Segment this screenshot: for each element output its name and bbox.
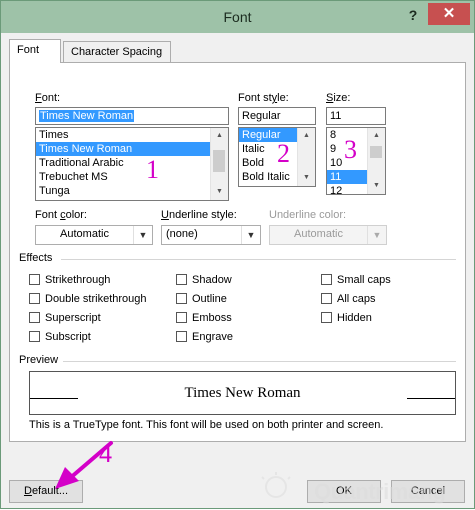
preview-label: Preview <box>19 354 59 366</box>
annotation-arrow-icon <box>55 441 113 489</box>
outline-label: Outline <box>192 293 227 305</box>
checkbox-box[interactable] <box>321 274 332 285</box>
checkbox-box[interactable] <box>176 312 187 323</box>
preview-divider <box>63 361 456 362</box>
checkbox-box[interactable] <box>176 331 187 342</box>
annotation-number-2: 2 <box>277 139 290 168</box>
checkbox-box[interactable] <box>29 293 40 304</box>
scroll-thumb[interactable] <box>213 150 225 172</box>
scroll-down-icon[interactable]: ▼ <box>298 170 315 186</box>
size-scrollbar[interactable]: ▲ ▼ <box>367 128 385 194</box>
preview-sample-text: Times New Roman <box>184 385 301 401</box>
close-button[interactable]: ✕ <box>428 3 470 25</box>
superscript-label: Superscript <box>45 312 101 324</box>
preview-note: This is a TrueType font. This font will … <box>29 419 384 431</box>
chevron-down-icon: ▼ <box>367 226 386 244</box>
font-list-item[interactable]: Traditional Arabic <box>36 156 228 170</box>
scroll-thumb[interactable] <box>370 146 382 158</box>
all-caps-label: All caps <box>337 293 376 305</box>
tab-font[interactable]: Font <box>9 39 61 63</box>
font-color-label: Font color: <box>35 209 87 221</box>
font-list-item[interactable]: Trebuchet MS <box>36 170 228 184</box>
font-color-value: Automatic <box>60 228 109 240</box>
preview-box: Times New Roman <box>29 371 456 415</box>
font-name-value: Times New Roman <box>39 110 135 122</box>
size-label: Size: <box>326 92 351 104</box>
underline-style-label: Underline style: <box>161 209 237 221</box>
emboss-checkbox[interactable]: Emboss <box>176 312 232 326</box>
font-list-item[interactable]: Tunga <box>36 184 228 198</box>
font-label: Font: <box>35 92 61 104</box>
checkbox-box[interactable] <box>176 293 187 304</box>
small-caps-label: Small caps <box>337 274 391 286</box>
tab-character-spacing[interactable]: Character Spacing <box>63 41 171 62</box>
checkbox-box[interactable] <box>29 274 40 285</box>
font-style-scrollbar[interactable]: ▲ ▼ <box>297 128 315 186</box>
chevron-down-icon[interactable]: ▼ <box>241 226 260 244</box>
scroll-down-icon[interactable]: ▼ <box>368 178 385 194</box>
hidden-label: Hidden <box>337 312 372 324</box>
superscript-checkbox[interactable]: Superscript <box>29 312 101 326</box>
title-bar: Font ? ✕ <box>1 1 474 33</box>
outline-checkbox[interactable]: Outline <box>176 293 227 307</box>
engrave-checkbox[interactable]: Engrave <box>176 331 233 345</box>
underline-style-dropdown[interactable]: (none) ▼ <box>161 225 261 245</box>
scroll-up-icon[interactable]: ▲ <box>211 128 228 144</box>
lightbulb-icon <box>261 472 291 498</box>
watermark-text: Quantrimang <box>314 479 446 504</box>
checkbox-box[interactable] <box>321 293 332 304</box>
small-caps-checkbox[interactable]: Small caps <box>321 274 391 288</box>
double-strikethrough-label: Double strikethrough <box>45 293 147 305</box>
scroll-down-icon[interactable]: ▼ <box>211 184 228 200</box>
annotation-number-3: 3 <box>344 135 357 164</box>
effects-label: Effects <box>19 252 53 264</box>
checkbox-box[interactable] <box>29 331 40 342</box>
subscript-label: Subscript <box>45 331 91 343</box>
underline-style-value: (none) <box>166 228 198 240</box>
watermark: Quantrimang <box>256 471 471 507</box>
shadow-label: Shadow <box>192 274 232 286</box>
checkbox-box[interactable] <box>29 312 40 323</box>
shadow-checkbox[interactable]: Shadow <box>176 274 232 288</box>
font-style-input[interactable]: Regular <box>238 107 316 125</box>
underline-color-dropdown: Automatic ▼ <box>269 225 387 245</box>
font-list-item[interactable]: Times <box>36 128 228 142</box>
help-button[interactable]: ? <box>400 5 426 25</box>
engrave-label: Engrave <box>192 331 233 343</box>
preview-baseline-right <box>407 398 455 399</box>
strikethrough-label: Strikethrough <box>45 274 111 286</box>
effects-divider <box>61 259 456 260</box>
font-style-label: Font style: <box>238 92 289 104</box>
font-dialog: Font ? ✕ Font Character Spacing Font: Ti… <box>0 0 475 509</box>
all-caps-checkbox[interactable]: All caps <box>321 293 376 307</box>
font-listbox[interactable]: Times Times New Roman Traditional Arabic… <box>35 127 229 201</box>
font-color-dropdown[interactable]: Automatic ▼ <box>35 225 153 245</box>
scroll-up-icon[interactable]: ▲ <box>368 128 385 144</box>
font-list-scrollbar[interactable]: ▲ ▼ <box>210 128 228 200</box>
checkbox-box[interactable] <box>176 274 187 285</box>
font-name-input[interactable]: Times New Roman <box>35 107 229 125</box>
annotation-number-1: 1 <box>146 155 159 184</box>
size-input[interactable]: 11 <box>326 107 386 125</box>
font-label-rest: ont: <box>41 92 61 104</box>
underline-color-value: Automatic <box>294 228 343 240</box>
underline-color-label: Underline color: <box>269 209 347 221</box>
subscript-checkbox[interactable]: Subscript <box>29 331 91 345</box>
strikethrough-checkbox[interactable]: Strikethrough <box>29 274 110 288</box>
emboss-label: Emboss <box>192 312 232 324</box>
hidden-checkbox[interactable]: Hidden <box>321 312 372 326</box>
double-strikethrough-checkbox[interactable]: Double strikethrough <box>29 293 147 307</box>
font-list-item-selected[interactable]: Times New Roman <box>36 142 228 156</box>
scroll-up-icon[interactable]: ▲ <box>298 128 315 144</box>
chevron-down-icon[interactable]: ▼ <box>133 226 152 244</box>
checkbox-box[interactable] <box>321 312 332 323</box>
